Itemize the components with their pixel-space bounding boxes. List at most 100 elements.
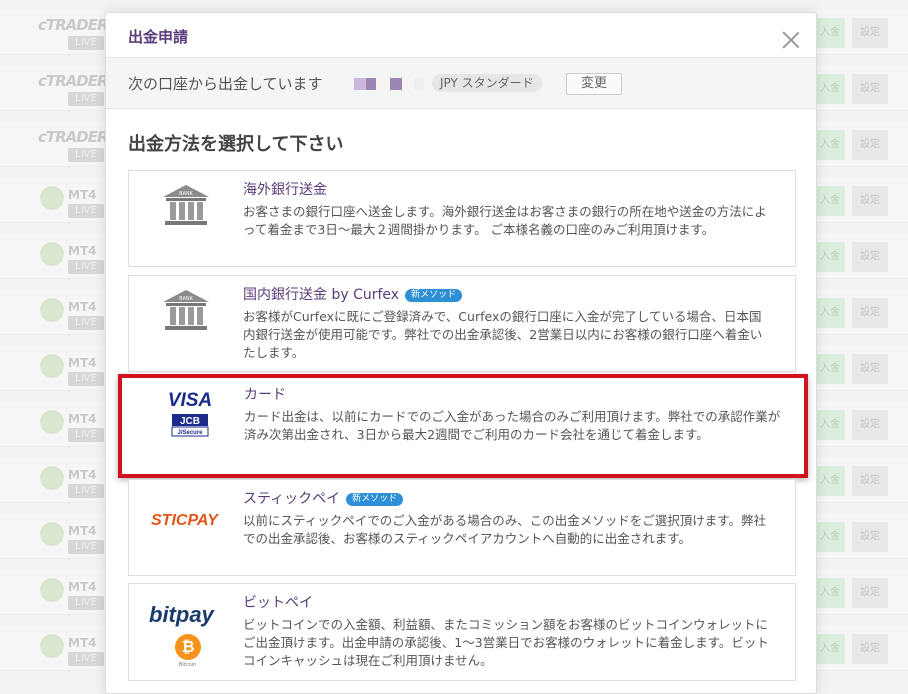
method-domestic-bank-curfex[interactable]: BANK 国内銀行送金 by Curfex 新メソッド お客様がCurfexに既に… (128, 275, 796, 372)
settings-button[interactable]: 設定 (852, 578, 888, 608)
platform-text: MT4 (68, 412, 97, 426)
mt4-logo: MT4 LIVE (38, 408, 108, 444)
settings-button[interactable]: 設定 (852, 522, 888, 552)
mt4-logo: MT4 LIVE (38, 576, 108, 612)
method-description: カード出金は、以前にカードでのご入金があった場合のみご利用頂けます。弊社での承認… (244, 409, 781, 442)
platform-text: MT4 (68, 356, 97, 370)
platform-text: MT4 (68, 468, 97, 482)
platform-text: MT4 (68, 524, 97, 538)
live-tag: LIVE (68, 92, 104, 106)
method-name: スティックペイ 新メソッド (243, 488, 404, 508)
mt4-logo: MT4 LIVE (38, 296, 108, 332)
live-tag: LIVE (68, 204, 104, 218)
live-tag: LIVE (68, 428, 104, 442)
settings-button[interactable]: 設定 (852, 18, 888, 48)
mt4-logo: MT4 LIVE (38, 240, 108, 276)
method-card[interactable]: VISA JCB J/Secure カード カード出金は、以前にカードでのご入金… (118, 374, 808, 478)
settings-button[interactable]: 設定 (852, 410, 888, 440)
svg-text:JCB: JCB (180, 416, 200, 427)
method-overseas-bank[interactable]: BANK 海外銀行送金 お客さまの銀行口座へ送金します。海外銀行送金はお客さまの… (128, 170, 796, 267)
bank-icon: BANK (145, 284, 231, 364)
deposit-button[interactable]: 入金 (815, 130, 845, 160)
svg-text:J/Secure: J/Secure (177, 430, 203, 436)
settings-button[interactable]: 設定 (852, 298, 888, 328)
settings-button[interactable]: 設定 (852, 354, 888, 384)
new-method-badge: 新メソッド (405, 289, 463, 302)
ctrader-logo: cTRADER LIVE (38, 128, 109, 164)
settings-button[interactable]: 設定 (852, 242, 888, 272)
new-method-badge: 新メソッド (346, 493, 404, 506)
method-description: お客さまの銀行口座へ送金します。海外銀行送金はお客さまの銀行の所在地や送金の方法… (243, 204, 767, 237)
ctrader-logo: cTRADER LIVE (38, 72, 109, 108)
modal-title: 出金申請 (128, 28, 189, 46)
method-name: 国内銀行送金 by Curfex 新メソッド (243, 284, 463, 304)
section-title: 出金方法を選択して下さい (128, 134, 344, 155)
mt4-logo: MT4 LIVE (38, 352, 108, 388)
mt4-logo: MT4 LIVE (38, 632, 108, 668)
mt4-logo: MT4 LIVE (38, 520, 108, 556)
bitcoin-icon: ₿ (175, 634, 201, 660)
svg-text:BANK: BANK (179, 191, 194, 197)
account-bar: 次の口座から出金しています JPY スタンダード 変更 (106, 58, 816, 109)
mt4-globe-icon (40, 634, 64, 658)
bank-icon: BANK (145, 179, 231, 259)
settings-button[interactable]: 設定 (852, 466, 888, 496)
brand-text: cTRADER (38, 16, 109, 34)
live-tag: LIVE (68, 596, 104, 610)
deposit-button[interactable]: 入金 (815, 186, 845, 216)
deposit-button[interactable]: 入金 (815, 522, 845, 552)
ctrader-logo: cTRADER LIVE (38, 16, 109, 52)
mt4-globe-icon (40, 298, 64, 322)
platform-text: MT4 (68, 188, 97, 202)
mt4-globe-icon (40, 410, 64, 434)
sticpay-logo: STICPAY (151, 512, 218, 529)
method-name: ビットペイ (243, 595, 313, 611)
deposit-button[interactable]: 入金 (815, 634, 845, 664)
bitpay-logo: bitpay ₿ Bitcoin (149, 602, 214, 668)
platform-text: MT4 (68, 580, 97, 594)
deposit-button[interactable]: 入金 (815, 74, 845, 104)
deposit-button[interactable]: 入金 (815, 354, 845, 384)
account-type-badge: JPY スタンダード (432, 74, 542, 92)
withdrawal-modal: 出金申請 次の口座から出金しています JPY スタンダード 変更 出金方法を選択… (105, 12, 817, 694)
live-tag: LIVE (68, 652, 104, 666)
deposit-button[interactable]: 入金 (815, 298, 845, 328)
deposit-button[interactable]: 入金 (815, 578, 845, 608)
settings-button[interactable]: 設定 (852, 186, 888, 216)
method-description: ビットコインでの入金額、利益額、またコミッション額をお客様のビットコインウォレッ… (243, 617, 769, 668)
method-sticpay[interactable]: STICPAY スティックペイ 新メソッド 以前にスティックペイでのご入金がある場… (128, 479, 796, 576)
mt4-logo: MT4 LIVE (38, 464, 108, 500)
method-bitpay[interactable]: bitpay ₿ Bitcoin ビットペイ ビットコインでの入金額、利益額、ま… (128, 583, 796, 681)
method-name: 海外銀行送金 (243, 182, 327, 198)
deposit-button[interactable]: 入金 (815, 466, 845, 496)
live-tag: LIVE (68, 260, 104, 274)
mt4-globe-icon (40, 522, 64, 546)
modal-header: 出金申請 (106, 13, 816, 58)
svg-text:BANK: BANK (179, 296, 194, 302)
visa-jcb-icon: VISA JCB J/Secure (146, 382, 232, 462)
method-name-text: 国内銀行送金 by Curfex (243, 287, 400, 303)
mt4-logo: MT4 LIVE (38, 184, 108, 220)
settings-button[interactable]: 設定 (852, 130, 888, 160)
platform-text: MT4 (68, 244, 97, 258)
settings-button[interactable]: 設定 (852, 74, 888, 104)
mt4-globe-icon (40, 354, 64, 378)
platform-text: MT4 (68, 636, 97, 650)
platform-text: MT4 (68, 300, 97, 314)
deposit-button[interactable]: 入金 (815, 410, 845, 440)
deposit-button[interactable]: 入金 (815, 18, 845, 48)
settings-button[interactable]: 設定 (852, 634, 888, 664)
mt4-globe-icon (40, 242, 64, 266)
live-tag: LIVE (68, 36, 104, 50)
mt4-globe-icon (40, 466, 64, 490)
deposit-button[interactable]: 入金 (815, 242, 845, 272)
method-description: お客様がCurfexに既にご登録済みで、Curfexの銀行口座に入金が完了してい… (243, 309, 763, 360)
close-icon[interactable] (782, 31, 800, 49)
mt4-globe-icon (40, 186, 64, 210)
method-description: 以前にスティックペイでのご入金がある場合のみ、この出金メソッドをご選択頂けます。… (243, 513, 767, 546)
brand-text: cTRADER (38, 72, 109, 90)
change-account-button[interactable]: 変更 (566, 73, 622, 95)
live-tag: LIVE (68, 540, 104, 554)
svg-text:VISA: VISA (168, 390, 212, 411)
live-tag: LIVE (68, 316, 104, 330)
